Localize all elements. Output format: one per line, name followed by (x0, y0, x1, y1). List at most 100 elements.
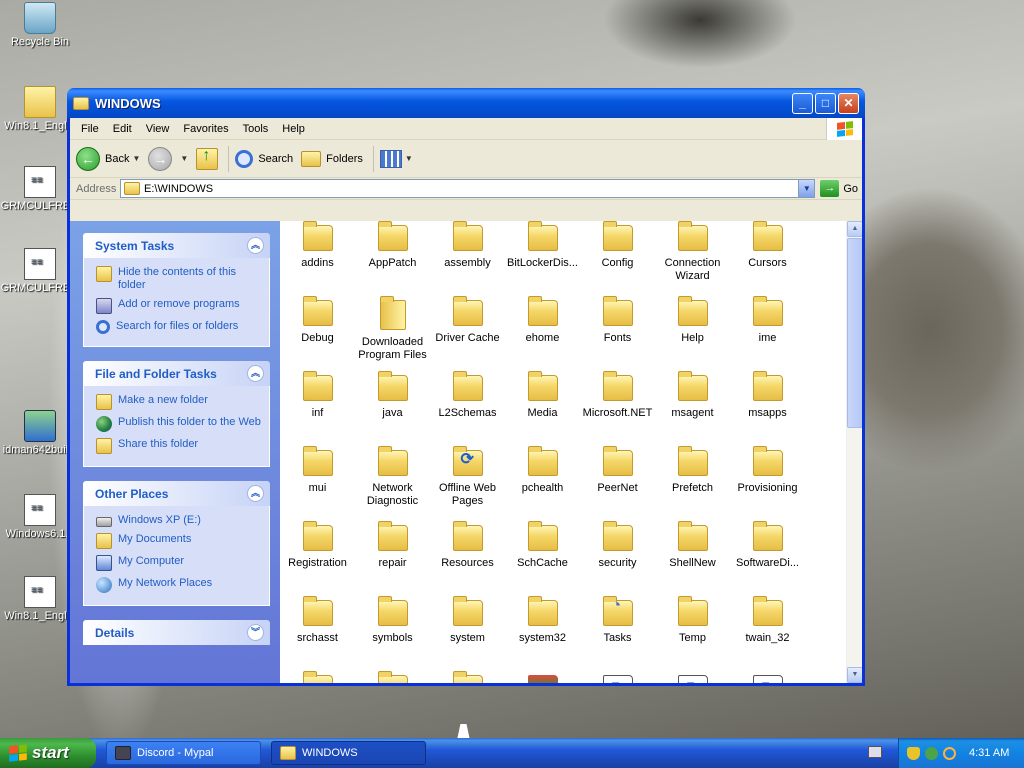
file-item[interactable]: msapps (730, 371, 805, 420)
file-item[interactable] (355, 671, 430, 683)
file-item[interactable]: ehome (505, 296, 580, 345)
file-item[interactable]: Offline Web Pages (430, 446, 505, 508)
title-bar[interactable]: WINDOWS _ □ ✕ (67, 88, 865, 118)
file-item[interactable]: srchasst (280, 596, 355, 645)
menu-favorites[interactable]: Favorites (176, 123, 235, 135)
task-link[interactable]: Hide the contents of this folder (96, 266, 263, 292)
file-item[interactable]: Config (580, 221, 655, 270)
file-item[interactable]: Prefetch (655, 446, 730, 495)
start-button[interactable]: start (0, 738, 96, 768)
chevron-down-icon[interactable]: ︾ (247, 624, 264, 641)
file-item[interactable] (655, 671, 730, 683)
chevron-down-icon[interactable]: ▼ (132, 154, 140, 163)
go-button[interactable]: → Go (820, 180, 858, 197)
file-item[interactable]: Driver Cache (430, 296, 505, 345)
file-item[interactable]: Tasks (580, 596, 655, 645)
menu-help[interactable]: Help (275, 123, 312, 135)
keyboard-icon[interactable] (868, 746, 882, 758)
file-item[interactable]: SoftwareDi... (730, 521, 805, 570)
task-link[interactable]: Add or remove programs (96, 298, 263, 314)
file-item[interactable]: repair (355, 521, 430, 570)
task-link[interactable]: Windows XP (E:) (96, 514, 263, 527)
chevron-down-icon[interactable]: ▼ (180, 154, 188, 163)
file-item[interactable]: Fonts (580, 296, 655, 345)
address-value[interactable]: E:\WINDOWS (144, 183, 213, 195)
menu-view[interactable]: View (139, 123, 177, 135)
file-item[interactable]: java (355, 371, 430, 420)
chevron-up-icon[interactable]: ︽ (247, 237, 264, 254)
address-dropdown-button[interactable]: ▼ (798, 180, 815, 197)
scroll-down-button[interactable]: ▼ (847, 667, 862, 683)
file-item[interactable]: msagent (655, 371, 730, 420)
file-item[interactable]: BitLockerDis... (505, 221, 580, 270)
file-item[interactable]: inf (280, 371, 355, 420)
desktop-icon[interactable]: Recycle Bin (0, 2, 80, 48)
file-item[interactable]: assembly (430, 221, 505, 270)
task-panel-header[interactable]: Other Places ︽ (83, 481, 270, 506)
file-item[interactable]: SchCache (505, 521, 580, 570)
file-item[interactable] (580, 671, 655, 683)
file-item[interactable]: Downloaded Program Files (355, 296, 430, 362)
search-icon[interactable] (943, 746, 956, 760)
security-shield-icon[interactable] (907, 746, 920, 760)
folders-button[interactable]: Folders (301, 150, 363, 167)
menu-edit[interactable]: Edit (106, 123, 139, 135)
file-item[interactable]: Temp (655, 596, 730, 645)
file-item[interactable]: twain_32 (730, 596, 805, 645)
menu-file[interactable]: File (74, 123, 106, 135)
file-item[interactable]: system32 (505, 596, 580, 645)
forward-button[interactable]: → ▼ (148, 146, 188, 171)
task-link[interactable]: My Network Places (96, 577, 263, 593)
task-panel-header[interactable]: Details ︾ (83, 620, 270, 645)
task-link[interactable]: Publish this folder to the Web (96, 416, 263, 432)
task-link[interactable]: Search for files or folders (96, 320, 263, 334)
close-button[interactable]: ✕ (838, 92, 859, 114)
file-item[interactable] (430, 671, 505, 683)
task-panel-header[interactable]: File and Folder Tasks ︽ (83, 361, 270, 386)
file-item[interactable]: Registration (280, 521, 355, 570)
scroll-thumb[interactable] (847, 238, 862, 428)
file-item[interactable]: system (430, 596, 505, 645)
file-item[interactable]: mui (280, 446, 355, 495)
search-button[interactable]: Search (235, 149, 293, 168)
address-input[interactable]: E:\WINDOWS ▼ (120, 179, 816, 198)
task-link[interactable]: My Documents (96, 533, 263, 549)
file-item[interactable]: Debug (280, 296, 355, 345)
file-item[interactable]: addins (280, 221, 355, 270)
file-item[interactable]: Resources (430, 521, 505, 570)
task-link[interactable]: Share this folder (96, 438, 263, 454)
file-item[interactable]: PeerNet (580, 446, 655, 495)
file-list[interactable]: addins AppPatch assembly BitLockerDis... Con… (280, 221, 862, 683)
task-link[interactable]: Make a new folder (96, 394, 263, 410)
file-item[interactable] (730, 671, 805, 683)
file-item[interactable]: AppPatch (355, 221, 430, 270)
task-panel-header[interactable]: System Tasks ︽ (83, 233, 270, 258)
file-item[interactable] (505, 671, 580, 683)
file-item[interactable]: Network Diagnostic (355, 446, 430, 508)
chevron-up-icon[interactable]: ︽ (247, 365, 264, 382)
file-item[interactable]: ShellNew (655, 521, 730, 570)
network-icon[interactable] (925, 746, 938, 760)
vertical-scrollbar[interactable]: ▲ ▼ (846, 221, 862, 683)
file-item[interactable]: symbols (355, 596, 430, 645)
scroll-up-button[interactable]: ▲ (847, 221, 862, 237)
minimize-button[interactable]: _ (792, 92, 813, 114)
file-item[interactable]: security (580, 521, 655, 570)
file-item[interactable]: ime (730, 296, 805, 345)
file-item[interactable]: L2Schemas (430, 371, 505, 420)
taskbar-button[interactable]: WINDOWS (271, 741, 426, 765)
clock[interactable]: 4:31 AM (969, 747, 1009, 759)
back-button[interactable]: ← Back ▼ (76, 146, 140, 171)
file-item[interactable]: pchealth (505, 446, 580, 495)
file-item[interactable]: Provisioning (730, 446, 805, 495)
task-link[interactable]: My Computer (96, 555, 263, 571)
taskbar-button[interactable]: Discord - Mypal (106, 741, 261, 765)
up-folder-button[interactable] (196, 147, 219, 170)
file-item[interactable] (280, 671, 355, 683)
file-item[interactable]: Media (505, 371, 580, 420)
views-button[interactable]: ▼ (379, 149, 413, 168)
maximize-button[interactable]: □ (815, 92, 836, 114)
file-item[interactable]: Connection Wizard (655, 221, 730, 283)
file-item[interactable]: Help (655, 296, 730, 345)
explorer-window[interactable]: WINDOWS _ □ ✕ File Edit View Favorites T… (67, 88, 865, 686)
